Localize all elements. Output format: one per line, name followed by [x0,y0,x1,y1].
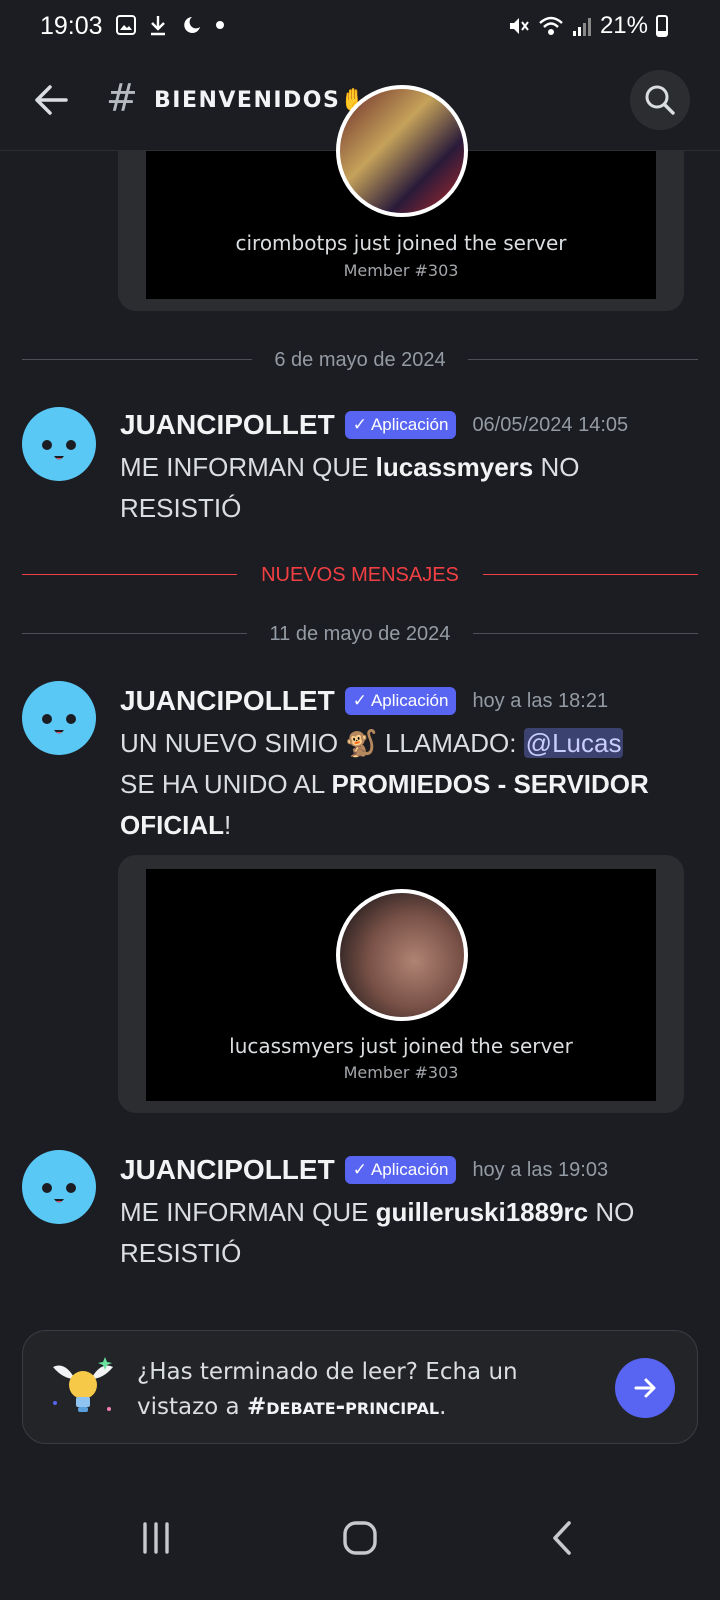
member-number: Member #303 [343,1063,459,1082]
welcome-embed: lucassmyers just joined the server Membe… [118,855,684,1113]
gallery-icon [116,15,136,35]
message-content: ME INFORMAN QUE lucassmyers NO RESISTIÓ [120,452,580,523]
go-to-channel-button[interactable] [615,1358,675,1418]
new-messages-label: NUEVOS MENSAJES [261,564,459,586]
message-content: UN NUEVO SIMIO 🐒 LLAMADO: @Lucas SE HA U… [120,728,649,840]
join-text: lucassmyers just joined the server [229,1034,573,1058]
member-avatar-image[interactable] [336,889,468,1021]
user-mention[interactable]: @Lucas [523,728,624,758]
message[interactable]: JUANCIPOLLET ✓ Aplicación hoy a las 18:21… [0,681,720,1131]
date-divider: 11 de mayo de 2024 [22,623,698,645]
message-timestamp: hoy a las 18:21 [472,689,609,712]
bot-face-icon [42,714,76,734]
avatar[interactable] [22,1150,96,1224]
signal-icon [572,18,591,36]
status-time: 19:03 [40,12,103,40]
download-icon [151,16,165,36]
search-icon [645,85,675,115]
monkey-emoji-icon: 🐒 [345,728,378,758]
date-label: 11 de mayo de 2024 [269,623,451,645]
username: lucassmyers [375,452,534,482]
author-name[interactable]: JUANCIPOLLET [120,1154,335,1186]
message[interactable]: JUANCIPOLLET ✓ Aplicación hoy a las 19:03… [0,1150,720,1280]
status-bar: 19:03 21% [0,0,720,52]
bot-face-icon [42,1183,76,1203]
search-button[interactable] [630,70,690,130]
recent-apps-icon [143,1522,169,1554]
battery-percent: 21% [599,12,648,39]
wifi-icon [539,16,563,35]
app-badge: ✓ Aplicación [344,1156,457,1184]
read-prompt-card[interactable]: ¿Has terminado de leer? Echa un vistazo … [22,1330,698,1444]
app-badge: ✓ Aplicación [344,687,457,715]
home-button[interactable] [330,1508,390,1568]
recent-apps-button[interactable] [126,1508,186,1568]
author-name[interactable]: JUANCIPOLLET [120,409,335,441]
welcome-card: lucassmyers just joined the server Membe… [146,869,656,1101]
new-messages-divider: NUEVOS MENSAJES [22,564,698,586]
status-system-icons: 21% [508,12,668,40]
check-icon: ✓ [352,691,367,710]
date-label: 6 de mayo de 2024 [274,349,446,371]
message-timestamp: hoy a las 19:03 [472,1158,609,1181]
username: guilleruski1889rc [375,1197,589,1227]
back-nav-button[interactable] [532,1508,592,1568]
bot-face-icon [42,440,76,460]
battery-icon [656,15,668,37]
status-notification-icons [116,14,226,36]
home-icon [343,1521,377,1555]
night-mode-icon [184,17,200,33]
check-icon: ✓ [352,1160,367,1179]
date-divider: 6 de mayo de 2024 [22,349,698,371]
read-prompt-text: ¿Has terminado de leer? Echa un vistazo … [137,1359,518,1420]
message[interactable]: JUANCIPOLLET ✓ Aplicación 06/05/2024 14:0… [0,405,720,535]
check-icon: ✓ [352,415,367,434]
channel-hash-icon: # [106,76,138,120]
avatar[interactable] [22,407,96,481]
arrow-left-icon [35,85,68,115]
app-badge: ✓ Aplicación [344,411,457,439]
winged-lightbulb-icon [53,1357,113,1412]
arrow-right-icon [634,1378,656,1398]
back-button[interactable] [30,78,74,122]
author-name[interactable]: JUANCIPOLLET [120,685,335,717]
channel-link[interactable]: #debate-principal [247,1394,439,1420]
chevron-left-icon [553,1521,571,1555]
system-nav-bar [0,1480,720,1600]
join-text: cirombotps just joined the server [235,231,567,255]
welcome-embed: cirombotps just joined the server Member… [118,85,684,311]
welcome-card: cirombotps just joined the server Member… [146,85,656,299]
message-content: ME INFORMAN QUE guilleruski1889rc NO RES… [120,1197,635,1268]
mute-icon [509,18,529,34]
dot-icon [216,21,224,29]
avatar[interactable] [22,681,96,755]
member-avatar-image [336,85,468,217]
channel-name[interactable]: BIENVENIDOS✋ [154,88,369,113]
message-timestamp: 06/05/2024 14:05 [472,413,629,436]
member-number: Member #303 [343,261,459,280]
